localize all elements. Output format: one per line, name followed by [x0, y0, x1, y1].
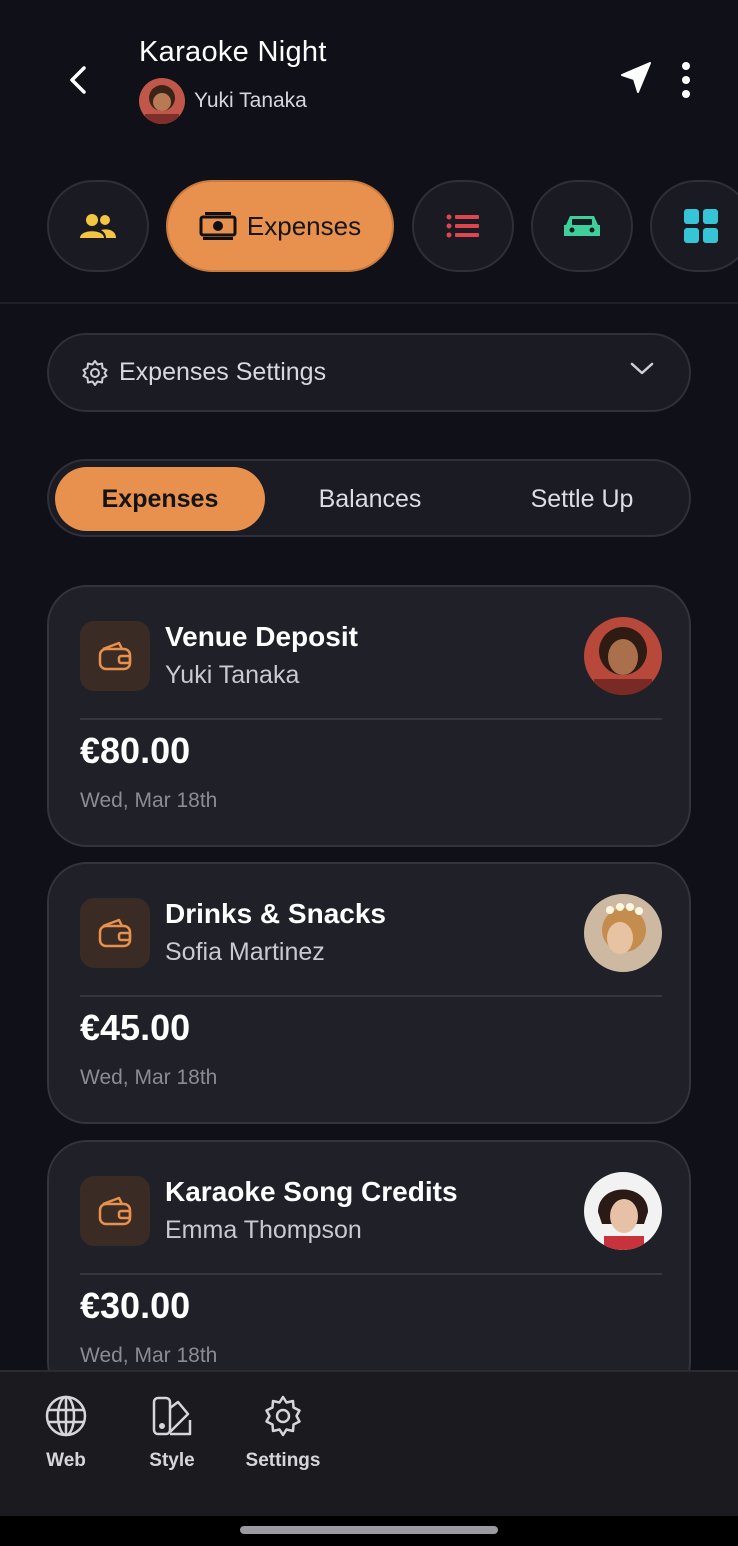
bottom-nav: Web Style Settings [0, 1370, 738, 1516]
payer-avatar [584, 894, 662, 972]
segment-expenses[interactable]: Expenses [55, 467, 265, 531]
chevron-down-icon [630, 362, 654, 375]
wallet-icon-box [80, 1176, 150, 1246]
segment-balances[interactable]: Balances [265, 467, 475, 531]
car-icon [564, 216, 600, 236]
home-indicator[interactable] [240, 1526, 498, 1534]
payer-avatar [584, 1172, 662, 1250]
expense-payer: Sofia Martinez [165, 938, 325, 966]
wallet-icon [98, 1196, 132, 1226]
list-icon [446, 214, 479, 238]
wallet-icon-box [80, 621, 150, 691]
host-avatar [139, 78, 185, 124]
money-icon [199, 212, 237, 240]
nav-settings[interactable]: Settings [240, 1394, 326, 1472]
grid-icon [684, 209, 718, 243]
expense-title: Karaoke Song Credits [165, 1176, 458, 1207]
gear-icon [265, 1395, 301, 1437]
expense-card[interactable]: Karaoke Song Credits Emma Thompson €30.0… [47, 1140, 691, 1402]
expense-date: Wed, Mar 18th [80, 789, 218, 812]
host-info: Yuki Tanaka [139, 78, 307, 124]
expense-date: Wed, Mar 18th [80, 1066, 218, 1089]
system-gesture-area [0, 1516, 738, 1546]
page-title: Karaoke Night [139, 36, 327, 68]
send-icon [621, 62, 651, 93]
expense-date: Wed, Mar 18th [80, 1344, 218, 1367]
expense-payer: Yuki Tanaka [165, 661, 300, 689]
expenses-settings-label: Expenses Settings [119, 358, 327, 386]
people-icon [80, 214, 116, 238]
payer-avatar [584, 617, 662, 695]
expense-card[interactable]: Drinks & Snacks Sofia Martinez €45.00 We… [47, 862, 691, 1124]
header: Karaoke Night Yuki Tanaka [0, 0, 738, 150]
back-button[interactable] [58, 60, 98, 100]
tab-apps[interactable] [650, 180, 738, 272]
segmented-control: Expenses Balances Settle Up [47, 459, 691, 537]
more-options-button[interactable] [668, 58, 704, 102]
tab-expenses-label: Expenses [246, 210, 362, 241]
host-name: Yuki Tanaka [194, 89, 307, 112]
globe-icon [45, 1395, 87, 1437]
nav-web[interactable]: Web [40, 1394, 92, 1472]
expense-title: Venue Deposit [165, 621, 358, 652]
more-vertical-icon [682, 62, 690, 98]
chevron-left-icon [70, 66, 86, 94]
card-divider [80, 718, 662, 720]
nav-settings-label: Settings [245, 1450, 321, 1471]
tab-expenses[interactable]: Expenses [166, 180, 394, 272]
tab-members[interactable] [47, 180, 149, 272]
send-button[interactable] [616, 58, 656, 98]
palette-icon [152, 1396, 192, 1436]
nav-style-label: Style [149, 1450, 195, 1471]
expense-title: Drinks & Snacks [165, 898, 386, 929]
gear-icon [82, 359, 108, 386]
segment-settle-up[interactable]: Settle Up [477, 467, 687, 531]
expenses-settings-toggle[interactable]: Expenses Settings [47, 333, 691, 412]
header-divider [0, 302, 738, 304]
wallet-icon [98, 918, 132, 948]
card-divider [80, 1273, 662, 1275]
wallet-icon-box [80, 898, 150, 968]
expense-payer: Emma Thompson [165, 1216, 362, 1244]
tab-list[interactable] [412, 180, 514, 272]
nav-style[interactable]: Style [146, 1394, 198, 1472]
expense-card[interactable]: Venue Deposit Yuki Tanaka €80.00 Wed, Ma… [47, 585, 691, 847]
tab-transport[interactable] [531, 180, 633, 272]
expense-amount: €45.00 [80, 1007, 191, 1048]
expense-amount: €30.00 [80, 1285, 191, 1326]
category-tabs: Expenses [0, 180, 738, 272]
card-divider [80, 995, 662, 997]
expense-amount: €80.00 [80, 730, 191, 771]
wallet-icon [98, 641, 132, 671]
nav-web-label: Web [46, 1450, 86, 1471]
